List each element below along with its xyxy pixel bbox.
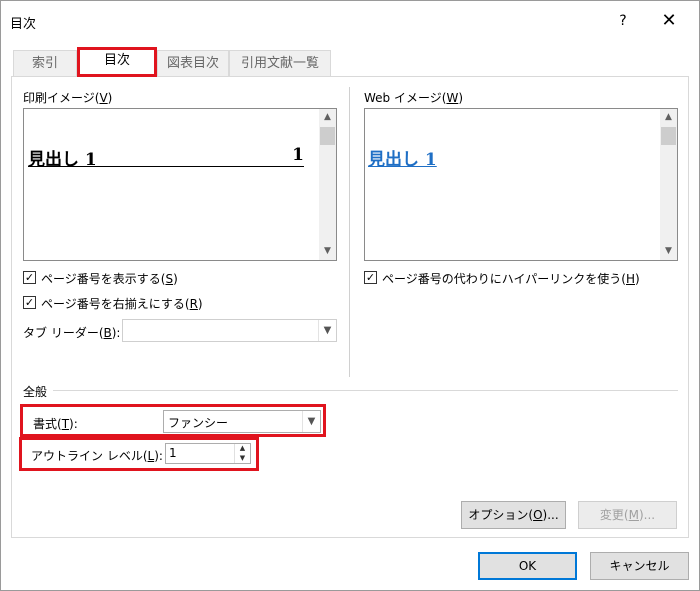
tab-table-of-figures[interactable]: 図表目次 <box>157 50 229 77</box>
scroll-thumb[interactable] <box>661 127 676 145</box>
right-align-page-numbers-label: ページ番号を右揃えにする(R) <box>41 297 203 311</box>
print-preview-box[interactable]: 見出し 1 1 ▲ ▼ <box>23 108 337 261</box>
right-align-page-numbers-checkbox[interactable]: ✓ <box>23 296 36 309</box>
web-preview-box[interactable]: 見出し 1 ▲ ▼ <box>364 108 678 261</box>
help-button[interactable]: ? <box>613 11 633 31</box>
print-preview-page-number: 1 <box>292 145 304 165</box>
general-section-label: 全般 <box>23 385 48 399</box>
format-highlight-box <box>20 404 326 437</box>
outline-level-highlight-box <box>19 437 259 471</box>
modify-button[interactable]: 変更(M)... <box>578 501 677 529</box>
toc-dialog: 目次 ? ✕ 索引 目次 図表目次 引用文献一覧 印刷イメージ(V) 見出し 1… <box>0 0 700 591</box>
general-section-divider <box>53 390 678 391</box>
dialog-title: 目次 <box>10 17 37 32</box>
print-preview-scrollbar[interactable]: ▲ ▼ <box>319 109 336 260</box>
tab-leader-label: タブ リーダー(B): <box>23 326 121 340</box>
web-preview-label: Web イメージ(W) <box>364 91 463 105</box>
print-preview-label: 印刷イメージ(V) <box>23 91 113 105</box>
ok-button[interactable]: OK <box>478 552 577 580</box>
close-button[interactable]: ✕ <box>657 9 681 33</box>
tab-table-of-authorities[interactable]: 引用文献一覧 <box>229 50 331 77</box>
column-divider <box>349 87 350 377</box>
tab-toc[interactable]: 目次 <box>77 47 157 77</box>
print-preview-heading: 見出し 1 1 <box>28 145 304 170</box>
show-page-numbers-checkbox[interactable]: ✓ <box>23 271 36 284</box>
tab-index[interactable]: 索引 <box>13 50 77 77</box>
show-page-numbers-label: ページ番号を表示する(S) <box>41 272 178 286</box>
scroll-up-icon[interactable]: ▲ <box>660 109 677 126</box>
scroll-up-icon[interactable]: ▲ <box>319 109 336 126</box>
web-preview-scrollbar[interactable]: ▲ ▼ <box>660 109 677 260</box>
tab-leader-select[interactable]: ▼ <box>122 319 337 342</box>
scroll-down-icon[interactable]: ▼ <box>319 243 336 260</box>
chevron-down-icon[interactable]: ▼ <box>318 320 336 341</box>
use-hyperlinks-checkbox[interactable]: ✓ <box>364 271 377 284</box>
scroll-thumb[interactable] <box>320 127 335 145</box>
options-button[interactable]: オプション(O)... <box>461 501 566 529</box>
use-hyperlinks-label: ページ番号の代わりにハイパーリンクを使う(H) <box>382 272 640 286</box>
scroll-down-icon[interactable]: ▼ <box>660 243 677 260</box>
title-bar: 目次 ? ✕ <box>1 1 699 41</box>
cancel-button[interactable]: キャンセル <box>590 552 689 580</box>
web-preview-heading-link: 見出し 1 <box>368 150 437 170</box>
